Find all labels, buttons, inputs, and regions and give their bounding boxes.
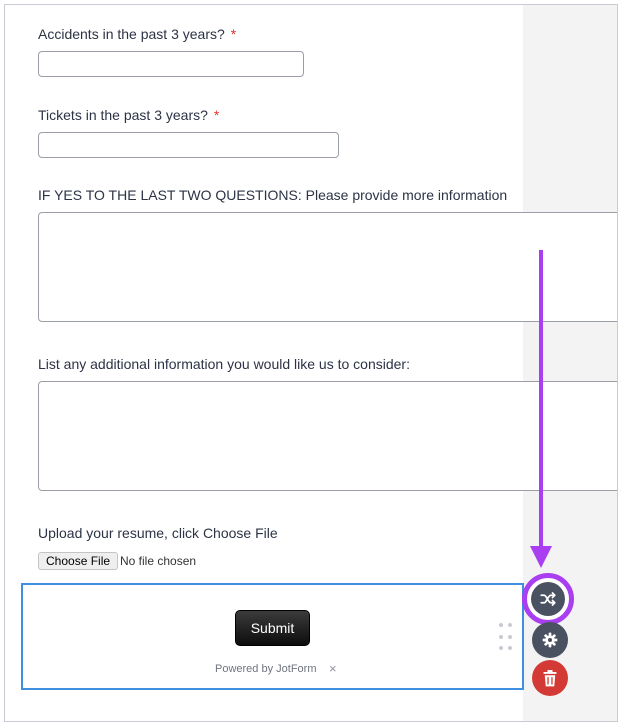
settings-button[interactable]	[532, 622, 568, 658]
additional-info-textarea[interactable]	[38, 381, 617, 491]
shuffle-highlight-ring	[522, 573, 574, 625]
close-icon[interactable]: ×	[329, 661, 337, 676]
form-builder-canvas: Accidents in the past 3 years? * Tickets …	[4, 4, 618, 722]
tickets-label: Tickets in the past 3 years? *	[38, 107, 219, 123]
shuffle-button[interactable]	[531, 582, 565, 616]
powered-by-jotform[interactable]: Powered by JotForm	[215, 663, 316, 675]
accidents-label-text: Accidents in the past 3 years?	[38, 26, 225, 42]
required-marker: *	[213, 107, 220, 123]
tickets-label-text: Tickets in the past 3 years?	[38, 107, 208, 123]
more-info-textarea[interactable]	[38, 212, 617, 322]
file-status: No file chosen	[120, 554, 197, 568]
delete-button[interactable]	[532, 660, 568, 696]
submit-button[interactable]: Submit	[235, 610, 310, 646]
annotation-arrow-shaft	[539, 250, 543, 560]
shuffle-icon	[540, 592, 556, 606]
required-marker: *	[230, 26, 237, 42]
gear-icon	[542, 632, 558, 648]
drag-handle-icon[interactable]	[499, 623, 513, 653]
choose-file-button[interactable]: Choose File	[38, 552, 119, 570]
tickets-input[interactable]	[38, 132, 339, 158]
annotation-arrow-head	[530, 546, 552, 568]
trash-icon	[543, 669, 557, 686]
upload-label: Upload your resume, click Choose File	[38, 525, 278, 541]
accidents-label: Accidents in the past 3 years? *	[38, 26, 236, 42]
more-info-label: IF YES TO THE LAST TWO QUESTIONS: Please…	[38, 187, 508, 203]
form-area: Accidents in the past 3 years? * Tickets …	[5, 5, 617, 721]
accidents-input[interactable]	[38, 51, 304, 77]
submit-section[interactable]: Submit Powered by JotForm ×	[21, 583, 524, 690]
additional-info-label: List any additional information you woul…	[38, 356, 410, 372]
